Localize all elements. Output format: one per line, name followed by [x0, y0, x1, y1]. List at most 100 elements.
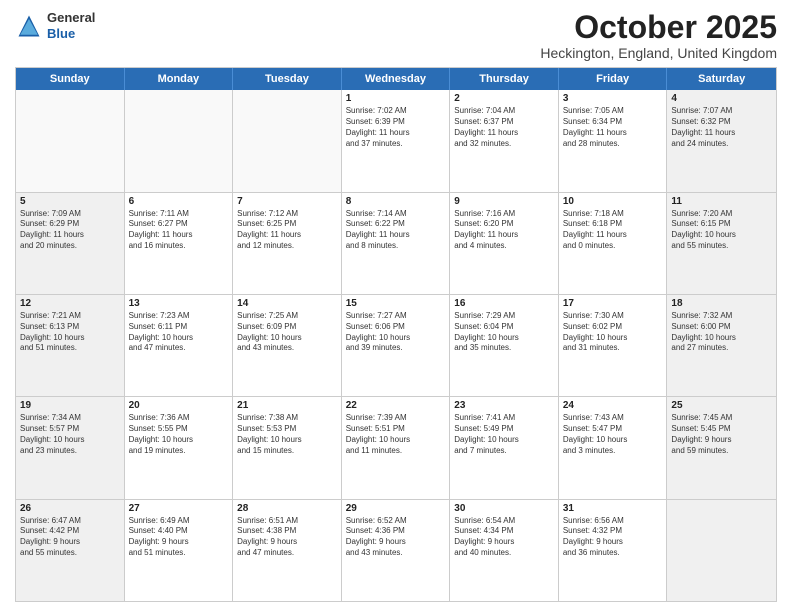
- calendar-cell-13: 13Sunrise: 7:23 AM Sunset: 6:11 PM Dayli…: [125, 295, 234, 396]
- calendar-cell-empty-4-6: [667, 500, 776, 601]
- day-number: 11: [671, 196, 772, 207]
- logo-text: General Blue: [47, 10, 95, 41]
- cell-sun-info: Sunrise: 7:05 AM Sunset: 6:34 PM Dayligh…: [563, 106, 663, 149]
- day-number: 12: [20, 298, 120, 309]
- day-number: 3: [563, 93, 663, 104]
- cell-sun-info: Sunrise: 7:36 AM Sunset: 5:55 PM Dayligh…: [129, 413, 229, 456]
- header-day-friday: Friday: [559, 68, 668, 90]
- logo-icon: [15, 12, 43, 40]
- calendar-cell-empty-0-0: [16, 90, 125, 191]
- cell-sun-info: Sunrise: 7:18 AM Sunset: 6:18 PM Dayligh…: [563, 209, 663, 252]
- cell-sun-info: Sunrise: 7:39 AM Sunset: 5:51 PM Dayligh…: [346, 413, 446, 456]
- page: General Blue October 2025 Heckington, En…: [0, 0, 792, 612]
- calendar-cell-30: 30 Sunrise: 6:54 AM Sunset: 4:34 PM Dayli…: [450, 500, 559, 601]
- day-number: 28: [237, 503, 337, 514]
- calendar-cell-11: 11 Sunrise: 7:20 AM Sunset: 6:15 PM Dayli…: [667, 193, 776, 294]
- calendar-cell-22: 22Sunrise: 7:39 AM Sunset: 5:51 PM Dayli…: [342, 397, 451, 498]
- day-number: 25: [671, 400, 772, 411]
- calendar-row-3: 19Sunrise: 7:34 AM Sunset: 5:57 PM Dayli…: [16, 397, 776, 499]
- logo-blue: Blue: [47, 26, 95, 42]
- day-number: 30: [454, 503, 554, 514]
- calendar-cell-3: 3 Sunrise: 7:05 AM Sunset: 6:34 PM Daylig…: [559, 90, 668, 191]
- cell-sun-info: Sunrise: 7:21 AM Sunset: 6:13 PM Dayligh…: [20, 311, 120, 354]
- day-number: 29: [346, 503, 446, 514]
- cell-sun-info: Sunrise: 7:43 AM Sunset: 5:47 PM Dayligh…: [563, 413, 663, 456]
- cell-sun-info: Sunrise: 7:45 AM Sunset: 5:45 PM Dayligh…: [671, 413, 772, 456]
- calendar-cell-17: 17 Sunrise: 7:30 AM Sunset: 6:02 PM Dayli…: [559, 295, 668, 396]
- calendar-cell-25: 25 Sunrise: 7:45 AM Sunset: 5:45 PM Dayli…: [667, 397, 776, 498]
- calendar-cell-21: 21 Sunrise: 7:38 AM Sunset: 5:53 PM Dayli…: [233, 397, 342, 498]
- day-number: 7: [237, 196, 337, 207]
- calendar-cell-29: 29Sunrise: 6:52 AM Sunset: 4:36 PM Dayli…: [342, 500, 451, 601]
- day-number: 27: [129, 503, 229, 514]
- header-day-monday: Monday: [125, 68, 234, 90]
- day-number: 21: [237, 400, 337, 411]
- calendar-cell-20: 20 Sunrise: 7:36 AM Sunset: 5:55 PM Dayli…: [125, 397, 234, 498]
- day-number: 16: [454, 298, 554, 309]
- calendar-cell-16: 16Sunrise: 7:29 AM Sunset: 6:04 PM Dayli…: [450, 295, 559, 396]
- calendar-cell-18: 18Sunrise: 7:32 AM Sunset: 6:00 PM Dayli…: [667, 295, 776, 396]
- day-number: 9: [454, 196, 554, 207]
- calendar-row-0: 1 Sunrise: 7:02 AM Sunset: 6:39 PM Daylig…: [16, 90, 776, 192]
- header-day-tuesday: Tuesday: [233, 68, 342, 90]
- header: General Blue October 2025 Heckington, En…: [15, 10, 777, 61]
- day-number: 4: [671, 93, 772, 104]
- calendar-cell-14: 14Sunrise: 7:25 AM Sunset: 6:09 PM Dayli…: [233, 295, 342, 396]
- calendar-cell-23: 23 Sunrise: 7:41 AM Sunset: 5:49 PM Dayli…: [450, 397, 559, 498]
- day-number: 20: [129, 400, 229, 411]
- calendar-cell-28: 28 Sunrise: 6:51 AM Sunset: 4:38 PM Dayli…: [233, 500, 342, 601]
- cell-sun-info: Sunrise: 7:38 AM Sunset: 5:53 PM Dayligh…: [237, 413, 337, 456]
- calendar-cell-15: 15 Sunrise: 7:27 AM Sunset: 6:06 PM Dayli…: [342, 295, 451, 396]
- calendar-cell-7: 7Sunrise: 7:12 AM Sunset: 6:25 PM Daylig…: [233, 193, 342, 294]
- day-number: 1: [346, 93, 446, 104]
- day-number: 19: [20, 400, 120, 411]
- cell-sun-info: Sunrise: 7:23 AM Sunset: 6:11 PM Dayligh…: [129, 311, 229, 354]
- cell-sun-info: Sunrise: 6:51 AM Sunset: 4:38 PM Dayligh…: [237, 516, 337, 559]
- calendar-cell-10: 10 Sunrise: 7:18 AM Sunset: 6:18 PM Dayli…: [559, 193, 668, 294]
- calendar-row-1: 5Sunrise: 7:09 AM Sunset: 6:29 PM Daylig…: [16, 193, 776, 295]
- cell-sun-info: Sunrise: 7:04 AM Sunset: 6:37 PM Dayligh…: [454, 106, 554, 149]
- cell-sun-info: Sunrise: 7:30 AM Sunset: 6:02 PM Dayligh…: [563, 311, 663, 354]
- cell-sun-info: Sunrise: 6:49 AM Sunset: 4:40 PM Dayligh…: [129, 516, 229, 559]
- title-block: October 2025 Heckington, England, United…: [540, 10, 777, 61]
- cell-sun-info: Sunrise: 7:07 AM Sunset: 6:32 PM Dayligh…: [671, 106, 772, 149]
- cell-sun-info: Sunrise: 7:25 AM Sunset: 6:09 PM Dayligh…: [237, 311, 337, 354]
- cell-sun-info: Sunrise: 7:14 AM Sunset: 6:22 PM Dayligh…: [346, 209, 446, 252]
- header-day-saturday: Saturday: [667, 68, 776, 90]
- header-day-thursday: Thursday: [450, 68, 559, 90]
- cell-sun-info: Sunrise: 7:27 AM Sunset: 6:06 PM Dayligh…: [346, 311, 446, 354]
- day-number: 6: [129, 196, 229, 207]
- cell-sun-info: Sunrise: 6:56 AM Sunset: 4:32 PM Dayligh…: [563, 516, 663, 559]
- calendar-cell-26: 26 Sunrise: 6:47 AM Sunset: 4:42 PM Dayli…: [16, 500, 125, 601]
- calendar-cell-4: 4 Sunrise: 7:07 AM Sunset: 6:32 PM Daylig…: [667, 90, 776, 191]
- location: Heckington, England, United Kingdom: [540, 45, 777, 61]
- calendar-row-2: 12 Sunrise: 7:21 AM Sunset: 6:13 PM Dayli…: [16, 295, 776, 397]
- cell-sun-info: Sunrise: 7:20 AM Sunset: 6:15 PM Dayligh…: [671, 209, 772, 252]
- month-title: October 2025: [540, 10, 777, 45]
- calendar-cell-5: 5Sunrise: 7:09 AM Sunset: 6:29 PM Daylig…: [16, 193, 125, 294]
- calendar-body: 1 Sunrise: 7:02 AM Sunset: 6:39 PM Daylig…: [16, 90, 776, 601]
- calendar-cell-6: 6 Sunrise: 7:11 AM Sunset: 6:27 PM Daylig…: [125, 193, 234, 294]
- calendar-cell-1: 1 Sunrise: 7:02 AM Sunset: 6:39 PM Daylig…: [342, 90, 451, 191]
- calendar-cell-19: 19Sunrise: 7:34 AM Sunset: 5:57 PM Dayli…: [16, 397, 125, 498]
- calendar-header: SundayMondayTuesdayWednesdayThursdayFrid…: [16, 68, 776, 90]
- day-number: 26: [20, 503, 120, 514]
- cell-sun-info: Sunrise: 6:54 AM Sunset: 4:34 PM Dayligh…: [454, 516, 554, 559]
- cell-sun-info: Sunrise: 7:16 AM Sunset: 6:20 PM Dayligh…: [454, 209, 554, 252]
- calendar-cell-27: 27 Sunrise: 6:49 AM Sunset: 4:40 PM Dayli…: [125, 500, 234, 601]
- cell-sun-info: Sunrise: 6:47 AM Sunset: 4:42 PM Dayligh…: [20, 516, 120, 559]
- cell-sun-info: Sunrise: 7:41 AM Sunset: 5:49 PM Dayligh…: [454, 413, 554, 456]
- day-number: 8: [346, 196, 446, 207]
- cell-sun-info: Sunrise: 7:11 AM Sunset: 6:27 PM Dayligh…: [129, 209, 229, 252]
- day-number: 15: [346, 298, 446, 309]
- calendar-cell-9: 9 Sunrise: 7:16 AM Sunset: 6:20 PM Daylig…: [450, 193, 559, 294]
- day-number: 23: [454, 400, 554, 411]
- calendar-cell-8: 8 Sunrise: 7:14 AM Sunset: 6:22 PM Daylig…: [342, 193, 451, 294]
- calendar-cell-24: 24Sunrise: 7:43 AM Sunset: 5:47 PM Dayli…: [559, 397, 668, 498]
- day-number: 10: [563, 196, 663, 207]
- cell-sun-info: Sunrise: 7:09 AM Sunset: 6:29 PM Dayligh…: [20, 209, 120, 252]
- day-number: 17: [563, 298, 663, 309]
- day-number: 2: [454, 93, 554, 104]
- cell-sun-info: Sunrise: 7:02 AM Sunset: 6:39 PM Dayligh…: [346, 106, 446, 149]
- calendar-cell-empty-0-2: [233, 90, 342, 191]
